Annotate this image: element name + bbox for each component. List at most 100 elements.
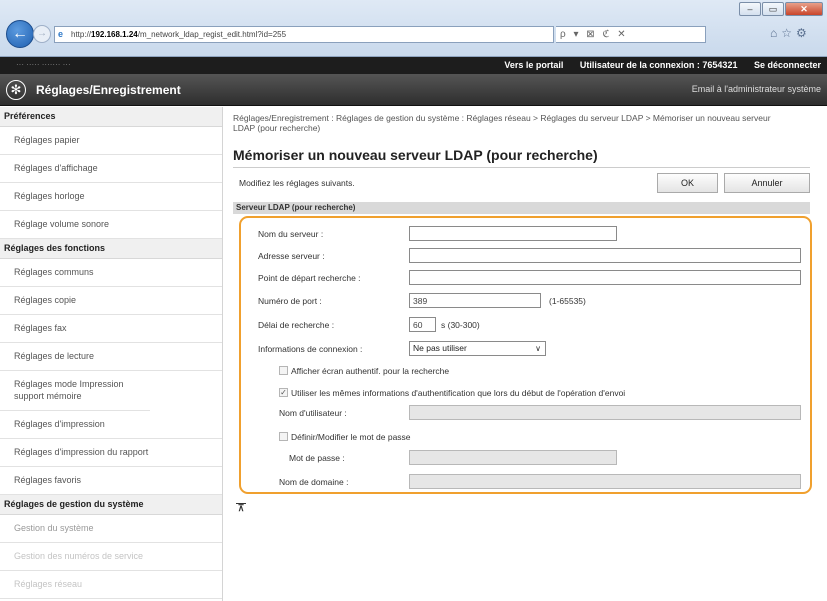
search-icon[interactable]: ρ [560, 29, 566, 40]
login-info-selected: Ne pas utiliser [413, 343, 467, 353]
sidebar-item-print[interactable]: Réglages d'impression [0, 411, 222, 439]
minimize-button[interactable]: – [739, 2, 761, 16]
settings-gear-icon: ✻ [6, 80, 26, 100]
sidebar-item-fax[interactable]: Réglages fax [0, 315, 222, 343]
search-root-input[interactable] [409, 270, 801, 285]
cancel-button[interactable]: Annuler [724, 173, 810, 193]
port-label: Numéro de port : [258, 296, 322, 306]
sidebar-item-department-id[interactable]: Gestion des numéros de service [0, 543, 222, 571]
timeout-label: Délai de recherche : [258, 320, 335, 330]
intro-text: Modifiez les réglages suivants. [239, 178, 355, 188]
address-tools: ρ ▾ ⊠ ℭ ✕ [556, 26, 706, 43]
action-toolbar: Modifiez les réglages suivants. OK Annul… [233, 167, 810, 193]
browser-toolbar-icons: ⌂☆⚙ [770, 26, 811, 40]
sidebar-item-common[interactable]: Réglages communs [0, 259, 222, 287]
row-show-auth: Afficher écran authentif. pour la recher… [241, 364, 810, 380]
same-auth-checkbox[interactable]: ✓ [279, 388, 288, 397]
top-bar-links: Vers le portail Utilisateur de la connex… [490, 60, 821, 70]
stop-icon[interactable]: ✕ [617, 29, 625, 40]
device-name: ··· ····· ······· ··· [16, 60, 71, 69]
search-root-label: Point de départ recherche : [258, 273, 361, 283]
show-auth-label: Afficher écran authentif. pour la recher… [291, 366, 450, 376]
sidebar-item-clock[interactable]: Réglages horloge [0, 183, 222, 211]
window-controls: – ▭ ✕ [739, 2, 823, 16]
home-icon[interactable]: ⌂ [770, 26, 781, 40]
sidebar-heading-functions: Réglages des fonctions [0, 239, 222, 259]
port-input[interactable] [409, 293, 541, 308]
app-title: Réglages/Enregistrement [36, 83, 181, 97]
page-title: Mémoriser un nouveau serveur LDAP (pour … [233, 147, 598, 163]
row-timeout: Délai de recherche : s (30-300) [241, 317, 810, 333]
logout-link[interactable]: Se déconnecter [754, 60, 821, 70]
dropdown-icon[interactable]: ▾ [573, 29, 578, 40]
row-port: Numéro de port : (1-65535) [241, 293, 810, 309]
row-username: Nom d'utilisateur : [241, 405, 810, 421]
address-bar[interactable]: e http://192.168.1.24/m_network_ldap_reg… [54, 26, 554, 43]
forward-arrow-icon[interactable]: → [33, 25, 51, 43]
server-name-input[interactable] [409, 226, 617, 241]
row-domain: Nom de domaine : [241, 474, 810, 490]
row-set-password: Définir/Modifier le mot de passe [241, 430, 810, 446]
timeout-range-hint: s (30-300) [441, 320, 480, 330]
highlighted-form: Nom du serveur : Adresse serveur : Point… [239, 216, 812, 494]
set-password-checkbox[interactable] [279, 432, 288, 441]
show-auth-checkbox[interactable] [279, 366, 288, 375]
sidebar-item-paper[interactable]: Réglages papier [0, 127, 222, 155]
domain-input[interactable] [409, 474, 801, 489]
port-range-hint: (1-65535) [549, 296, 586, 306]
section-header: Serveur LDAP (pour recherche) [233, 202, 810, 214]
username-input[interactable] [409, 405, 801, 420]
browser-chrome: – ▭ ✕ ← → e http://192.168.1.24/m_networ… [0, 0, 827, 57]
set-password-label: Définir/Modifier le mot de passe [291, 432, 411, 442]
row-server-address: Adresse serveur : [241, 248, 810, 264]
timeout-input[interactable] [409, 317, 436, 332]
row-server-name: Nom du serveur : [241, 226, 810, 242]
login-user: Utilisateur de la connexion : 7654321 [579, 60, 738, 70]
sidebar-item-memory-media-print[interactable]: Réglages mode Impression support mémoire [0, 371, 150, 411]
sidebar-item-volume[interactable]: Réglage volume sonore [0, 211, 222, 239]
star-icon[interactable]: ☆ [781, 26, 796, 40]
scroll-to-top-icon[interactable]: ⊼ [236, 503, 246, 513]
domain-label: Nom de domaine : [279, 477, 349, 487]
sidebar-item-copy[interactable]: Réglages copie [0, 287, 222, 315]
row-login-info: Informations de connexion : Ne pas utili… [241, 341, 810, 357]
email-admin-link[interactable]: Email à l'administrateur système [692, 84, 821, 94]
ok-button[interactable]: OK [657, 173, 718, 193]
compatibility-icon[interactable]: ⊠ [586, 29, 594, 40]
refresh-icon[interactable]: ℭ [602, 29, 609, 40]
ie-page-icon: e [58, 29, 64, 39]
sidebar-item-system-management[interactable]: Gestion du système [0, 515, 222, 543]
maximize-button[interactable]: ▭ [762, 2, 784, 16]
gear-icon[interactable]: ⚙ [796, 26, 811, 40]
back-arrow-icon[interactable]: ← [6, 20, 34, 48]
row-same-auth: ✓ Utiliser les mêmes informations d'auth… [241, 386, 810, 402]
sidebar: Préférences Réglages papier Réglages d'a… [0, 107, 223, 601]
sidebar-heading-preferences: Préférences [0, 107, 222, 127]
login-info-label: Informations de connexion : [258, 344, 363, 354]
password-label: Mot de passe : [289, 453, 345, 463]
sidebar-item-display[interactable]: Réglages d'affichage [0, 155, 222, 183]
sidebar-item-network[interactable]: Réglages réseau [0, 571, 222, 599]
chevron-down-icon: ∨ [535, 344, 541, 353]
same-auth-label: Utiliser les mêmes informations d'authen… [291, 388, 626, 398]
row-password: Mot de passe : [241, 450, 810, 466]
url-prefix: http:// [71, 30, 92, 39]
row-search-root: Point de départ recherche : [241, 270, 810, 286]
sidebar-item-report-print[interactable]: Réglages d'impression du rapport [0, 439, 222, 467]
username-label: Nom d'utilisateur : [279, 408, 347, 418]
sidebar-item-favorites[interactable]: Réglages favoris [0, 467, 222, 495]
close-window-button[interactable]: ✕ [785, 2, 823, 16]
server-address-input[interactable] [409, 248, 801, 263]
login-info-select[interactable]: Ne pas utiliser ∨ [409, 341, 546, 356]
url-host: 192.168.1.24 [91, 30, 138, 39]
url-path: /m_network_ldap_regist_edit.html?id=255 [137, 30, 287, 39]
server-address-label: Adresse serveur : [258, 251, 325, 261]
app-title-bar: ✻ Réglages/Enregistrement Email à l'admi… [0, 74, 827, 106]
breadcrumb: Réglages/Enregistrement : Réglages de ge… [233, 113, 771, 133]
portal-link[interactable]: Vers le portail [504, 60, 563, 70]
sidebar-item-scan[interactable]: Réglages de lecture [0, 343, 222, 371]
app-top-bar: ··· ····· ······· ··· Vers le portail Ut… [0, 57, 827, 74]
password-input[interactable] [409, 450, 617, 465]
server-name-label: Nom du serveur : [258, 229, 324, 239]
sidebar-heading-system: Réglages de gestion du système [0, 495, 222, 515]
